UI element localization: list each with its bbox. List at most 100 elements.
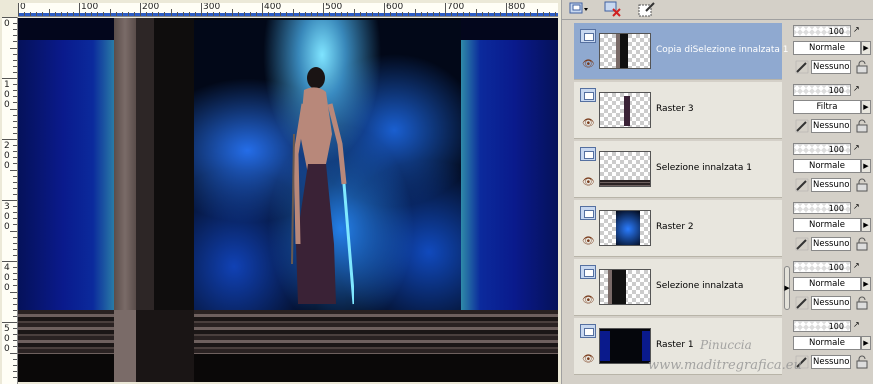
ruler-tick [2, 322, 17, 323]
blend-dropdown-arrow-icon[interactable]: ▶ [861, 277, 871, 291]
ruler-tick [499, 12, 501, 16]
ruler-tick [323, 3, 324, 16]
opacity-field[interactable]: 100 [793, 143, 851, 155]
lock-icon[interactable] [855, 237, 869, 251]
ruler-tick [13, 163, 17, 165]
opacity-slider-icon[interactable]: ↗ [853, 25, 863, 37]
opacity-slider-icon[interactable]: ↗ [853, 320, 863, 332]
blend-mode-select[interactable]: Normale [793, 41, 861, 55]
opacity-field[interactable]: 100 [793, 320, 851, 332]
lock-icon[interactable] [855, 60, 869, 74]
blend-dropdown-arrow-icon[interactable]: ▶ [861, 100, 871, 114]
visibility-eye-icon[interactable]: 👁 [582, 295, 595, 306]
ruler-tick [548, 12, 550, 16]
image-canvas[interactable] [18, 18, 558, 382]
delete-layer-button[interactable] [602, 0, 624, 18]
ruler-tick [97, 12, 99, 16]
ruler-tick [469, 12, 471, 16]
floor-base [18, 354, 558, 382]
ruler-tick [13, 297, 17, 299]
blend-dropdown-arrow-icon[interactable]: ▶ [861, 41, 871, 55]
raster-layer-icon [580, 265, 596, 279]
layer-name: Raster 3 [656, 104, 694, 114]
ruler-tick [13, 370, 17, 372]
opacity-slider-icon[interactable]: ↗ [853, 261, 863, 273]
opacity-slider-icon[interactable]: ↗ [853, 143, 863, 155]
ruler-tick [164, 12, 166, 16]
visibility-eye-icon[interactable]: 👁 [582, 59, 595, 70]
group-mask-field[interactable]: Nessuno [811, 178, 851, 192]
ruler-tick [463, 12, 465, 16]
edit-brush-icon[interactable] [795, 119, 809, 133]
ruler-tick [524, 12, 526, 16]
edit-brush-icon[interactable] [795, 178, 809, 192]
opacity-slider-icon[interactable]: ↗ [853, 84, 863, 96]
ruler-tick [414, 9, 416, 16]
visibility-eye-icon[interactable]: 👁 [582, 354, 595, 365]
blend-mode-select[interactable]: Normale [793, 277, 861, 291]
lock-icon[interactable] [855, 178, 869, 192]
ruler-tick [298, 12, 300, 16]
group-mask-field[interactable]: Nessuno [811, 296, 851, 310]
layer-props: 100 ↗ Normale ▶ Nessuno [793, 23, 871, 80]
blend-dropdown-arrow-icon[interactable]: ▶ [861, 159, 871, 173]
ruler-tick [13, 279, 17, 281]
lock-icon[interactable] [855, 119, 869, 133]
ruler-tick [554, 12, 556, 16]
ruler-tick [213, 12, 215, 16]
ruler-tick [79, 3, 80, 16]
layer-name: Copia diSelezione innalzata 1 [656, 45, 789, 55]
ruler-tick [194, 12, 196, 16]
ruler-tick [13, 364, 17, 366]
opacity-field[interactable]: 100 [793, 202, 851, 214]
raster-layer-icon [580, 206, 596, 220]
ruler-tick [13, 23, 17, 25]
ruler-tick [13, 340, 17, 342]
edit-brush-icon[interactable] [795, 237, 809, 251]
group-mask-field[interactable]: Nessuno [811, 237, 851, 251]
ruler-tick [2, 139, 17, 140]
layer-properties-column: 100 ↗ Normale ▶ Nessuno 100 ↗ Filtra ▶ N… [791, 23, 873, 379]
layer-row[interactable]: 👁 Raster 2 [574, 200, 782, 257]
blend-mode-select[interactable]: Filtra [793, 100, 861, 114]
visibility-eye-icon[interactable]: 👁 [582, 118, 595, 129]
blend-dropdown-arrow-icon[interactable]: ▶ [861, 218, 871, 232]
layer-thumbnail [599, 92, 651, 128]
blend-mode-select[interactable]: Normale [793, 218, 861, 232]
edit-brush-icon[interactable] [795, 60, 809, 74]
ruler-tick [30, 12, 32, 16]
new-layer-button[interactable] [568, 0, 590, 18]
group-mask-field[interactable]: Nessuno [811, 119, 851, 133]
ruler-tick [72, 12, 74, 16]
splitter-handle[interactable]: ▶ [784, 266, 790, 310]
ruler-tick [390, 12, 392, 16]
ruler-tick [13, 248, 17, 250]
ruler-tick [152, 12, 154, 16]
opacity-field[interactable]: 100 [793, 261, 851, 273]
group-mask-field[interactable]: Nessuno [811, 60, 851, 74]
layer-row[interactable]: 👁 Selezione innalzata 1 [574, 141, 782, 198]
opacity-field[interactable]: 100 [793, 25, 851, 37]
lock-icon[interactable] [855, 296, 869, 310]
ruler-tick [127, 12, 129, 16]
opacity-slider-icon[interactable]: ↗ [853, 202, 863, 214]
edit-brush-icon[interactable] [795, 296, 809, 310]
ruler-tick [384, 3, 385, 16]
layer-row[interactable]: 👁 Copia diSelezione innalzata 1 [574, 23, 789, 80]
ruler-tick [13, 114, 17, 116]
layer-row-icons: 👁 [580, 206, 598, 252]
ruler-tick [109, 9, 111, 16]
layer-row[interactable]: 👁 Selezione innalzata [574, 259, 782, 316]
blend-mode-select[interactable]: Normale [793, 159, 861, 173]
ruler-tick [262, 3, 263, 16]
visibility-eye-icon[interactable]: 👁 [582, 236, 595, 247]
right-blue-panel [461, 40, 558, 312]
ruler-tick [13, 267, 17, 269]
ruler-tick [402, 12, 404, 16]
layer-row[interactable]: 👁 Raster 3 [574, 82, 782, 139]
layer-style-button[interactable] [636, 0, 658, 18]
visibility-eye-icon[interactable]: 👁 [582, 177, 595, 188]
left-top-band [18, 18, 118, 40]
opacity-field[interactable]: 100 [793, 84, 851, 96]
palette-splitter[interactable]: ▶ [784, 21, 790, 384]
